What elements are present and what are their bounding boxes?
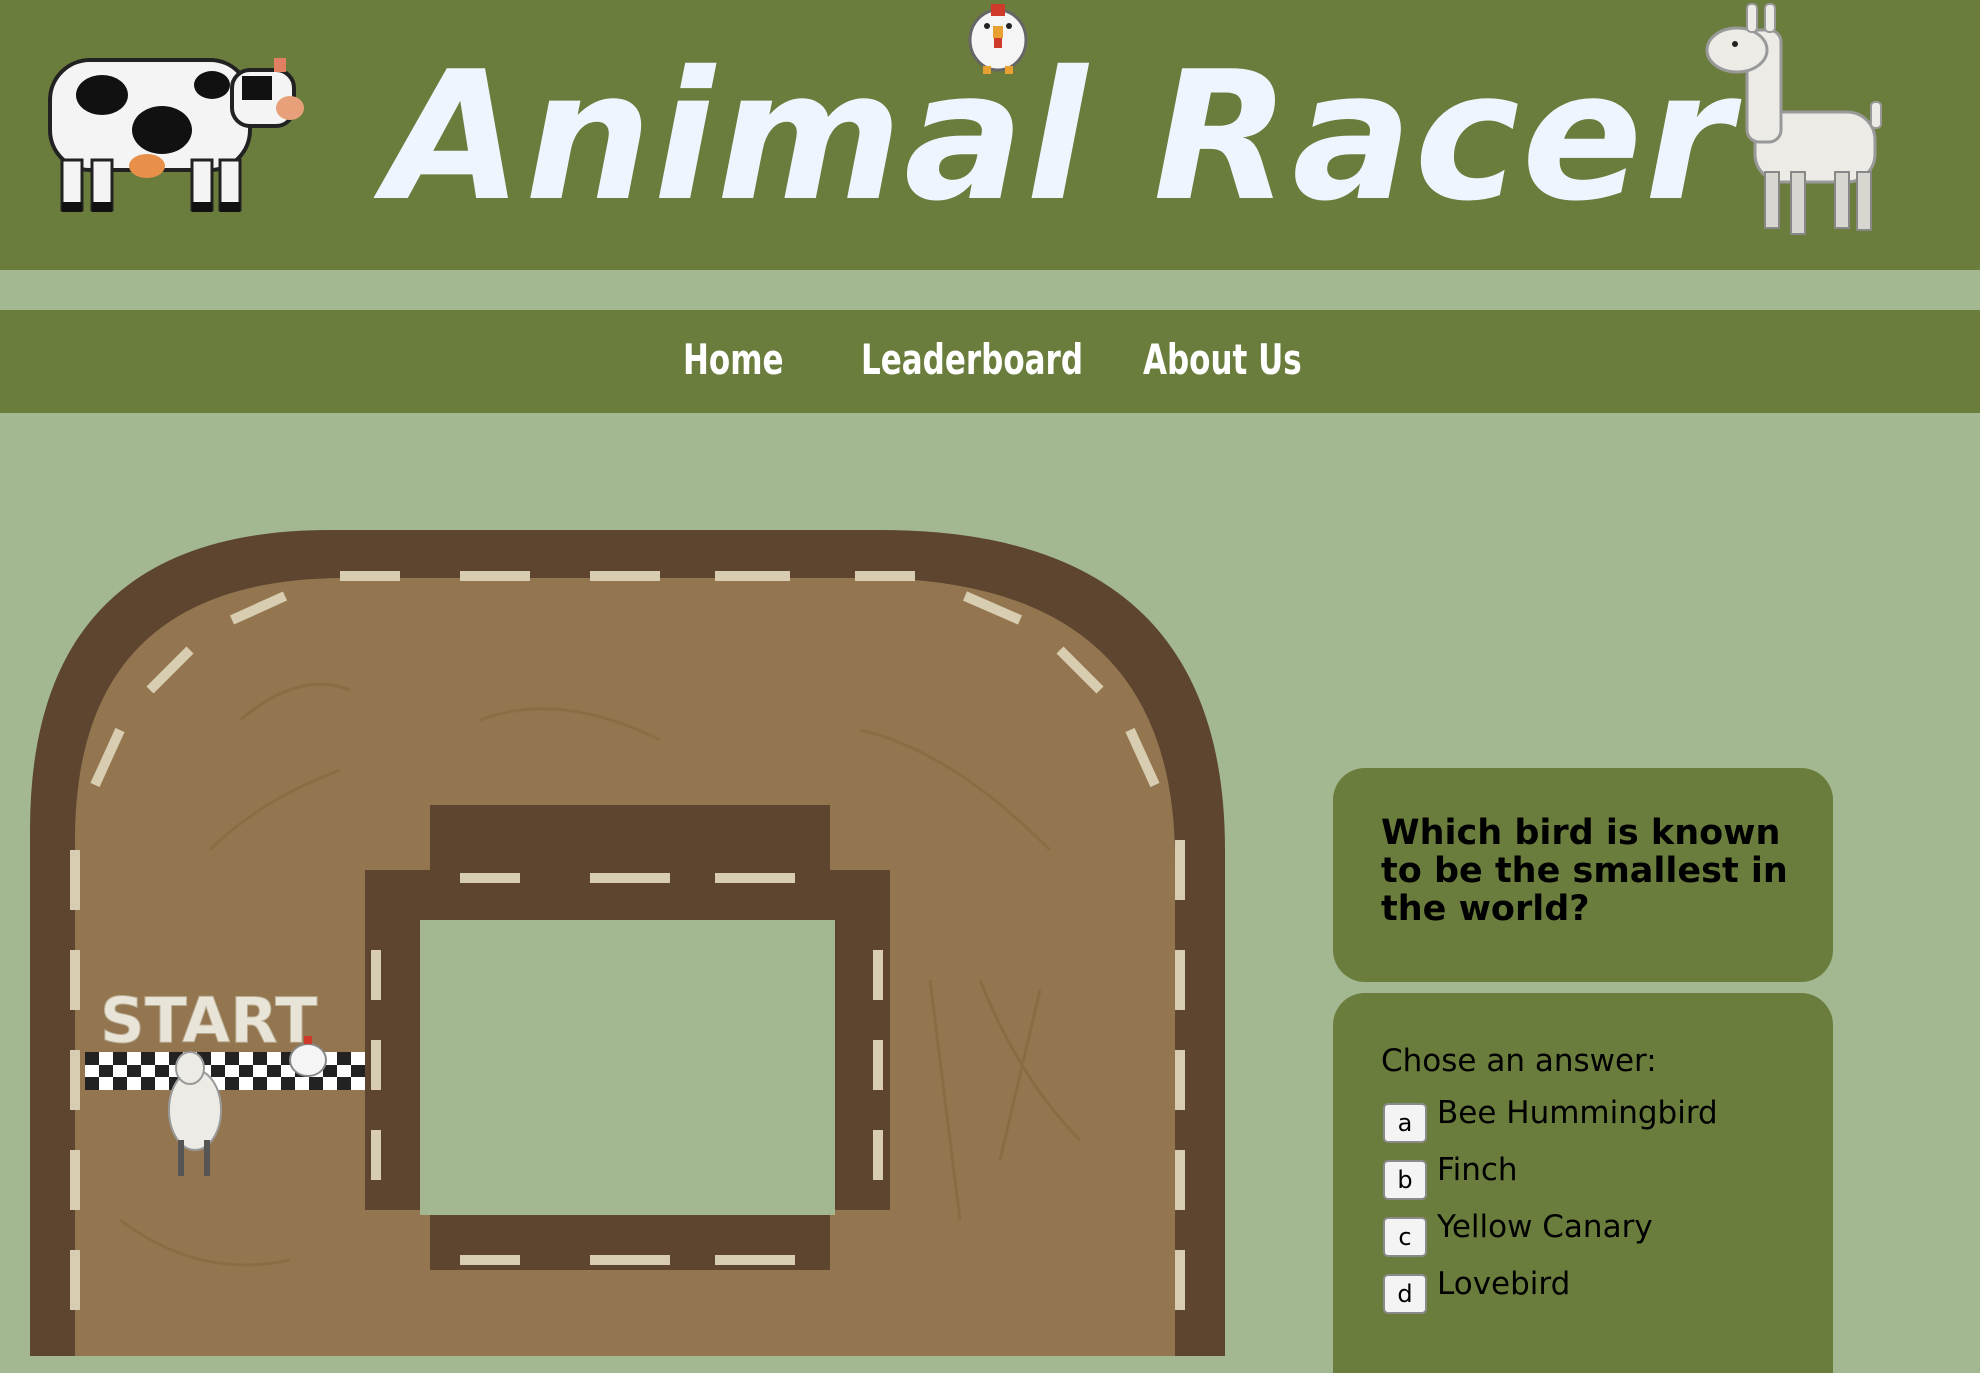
answer-c-label: Yellow Canary [1437, 1209, 1653, 1245]
race-track: START [30, 530, 1225, 1356]
answer-prompt: Chose an answer: [1381, 1043, 1657, 1079]
site-title: Animal Racer [385, 33, 1735, 240]
nav-about-us-link[interactable]: About Us [1143, 332, 1302, 388]
answer-a-label: Bee Hummingbird [1437, 1095, 1718, 1131]
answer-c-button[interactable]: c [1383, 1217, 1427, 1257]
question-text: Which bird is known to be the smallest i… [1381, 813, 1788, 929]
answer-d-label: Lovebird [1437, 1266, 1571, 1302]
nav-home-link[interactable]: Home [683, 332, 784, 388]
answer-panel: Chose an answer: a Bee Hummingbird b Fin… [1333, 993, 1833, 1373]
answer-d-button[interactable]: d [1383, 1274, 1427, 1314]
nav-leaderboard-link[interactable]: Leaderboard [861, 332, 1083, 388]
answer-a-button[interactable]: a [1383, 1103, 1427, 1143]
question-panel: Which bird is known to be the smallest i… [1333, 768, 1833, 982]
start-label: START [100, 984, 317, 1057]
answer-b-label: Finch [1437, 1152, 1518, 1188]
answer-b-button[interactable]: b [1383, 1160, 1427, 1200]
llama-icon [1705, 3, 1882, 235]
main-nav: Home Leaderboard About Us [0, 310, 1980, 413]
site-header: Animal Racer [0, 0, 1980, 270]
cow-icon [48, 58, 304, 212]
